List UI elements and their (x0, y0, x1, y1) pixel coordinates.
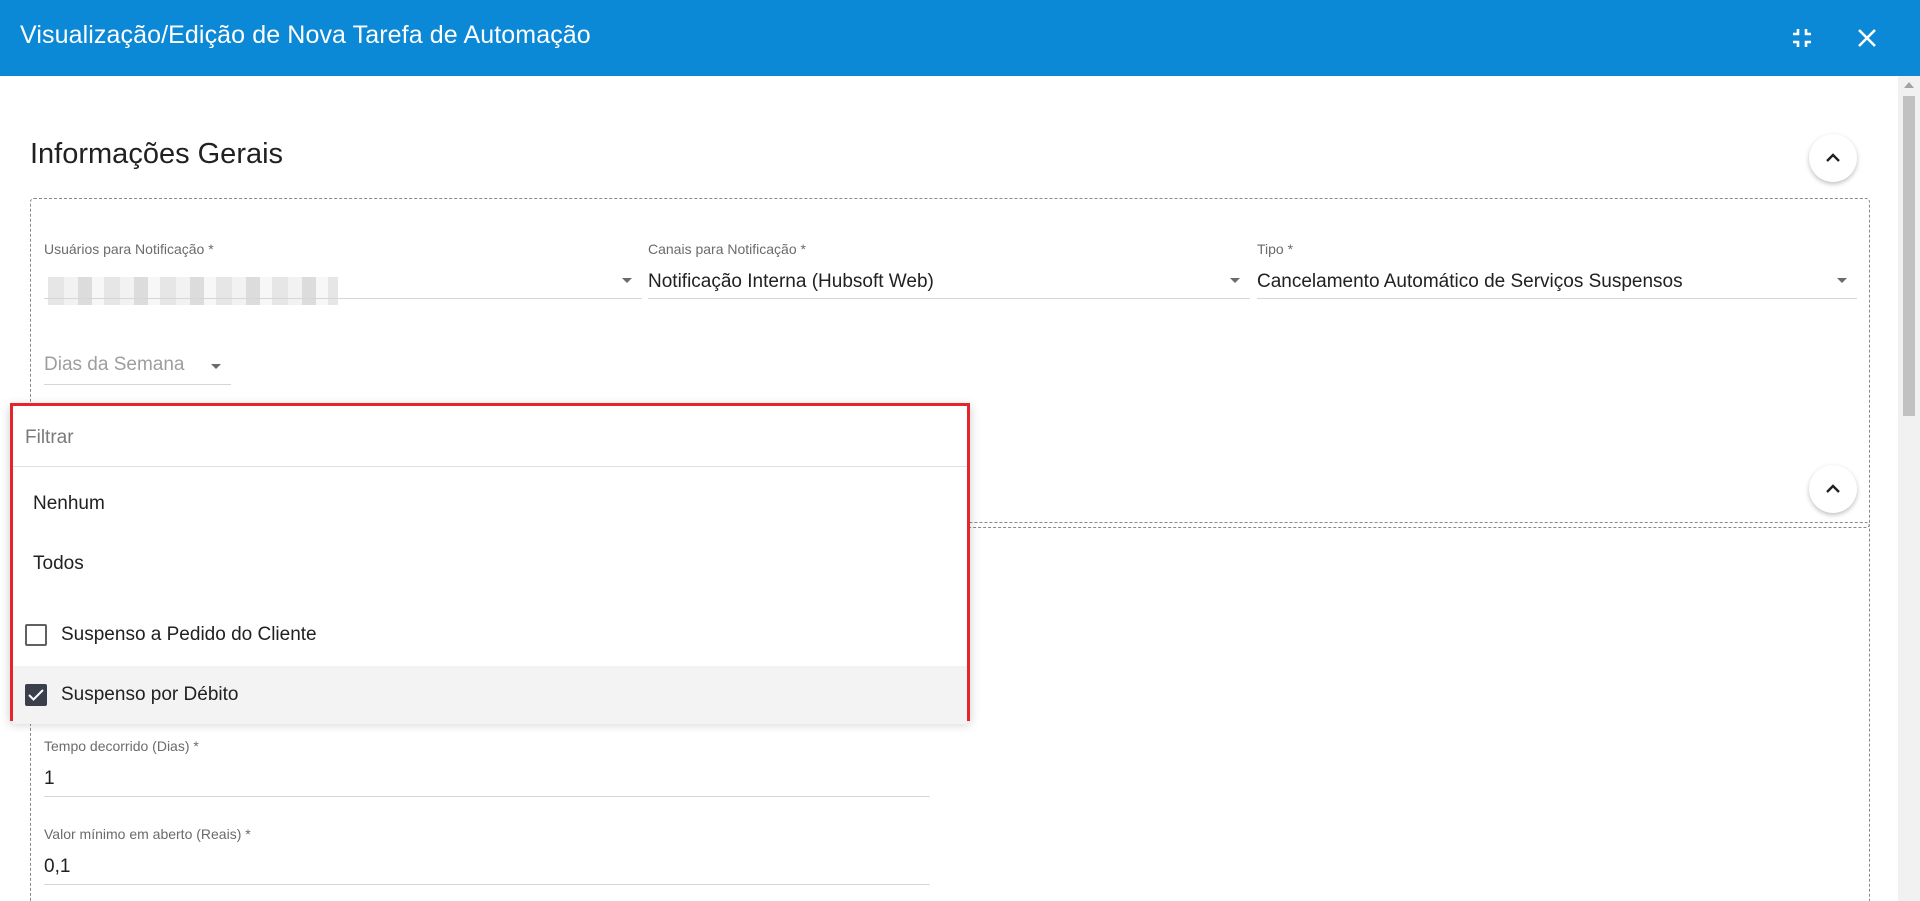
option-none[interactable]: Nenhum (13, 475, 967, 533)
channels-value: Notificação Interna (Hubsoft Web) (648, 271, 934, 292)
users-select[interactable]: Usuários para Notificação * (44, 241, 642, 305)
dialog-header: Visualização/Edição de Nova Tarefa de Au… (0, 0, 1920, 76)
min-value-field[interactable]: Valor mínimo em aberto (Reais) * 0,1 (44, 826, 930, 886)
weekdays-dropdown-menu: Nenhum Todos Suspenso a Pedido do Client… (10, 403, 970, 724)
close-button[interactable] (1851, 22, 1883, 54)
dropdown-filter (13, 406, 967, 467)
checkbox[interactable] (25, 684, 47, 706)
weekdays-placeholder: Dias da Semana (44, 354, 185, 375)
option-all[interactable]: Todos (13, 535, 967, 593)
users-label: Usuários para Notificação (44, 241, 205, 257)
filter-input[interactable] (23, 422, 927, 454)
checkbox[interactable] (25, 624, 47, 646)
collapse-button[interactable] (1786, 22, 1818, 54)
option-none-label: Nenhum (33, 493, 105, 514)
collapse-section-2-button[interactable] (1809, 465, 1857, 513)
caret-down-icon (622, 278, 632, 283)
elapsed-days-field[interactable]: Tempo decorrido (Dias) * 1 (44, 738, 930, 798)
min-value-label: Valor mínimo em aberto (Reais) (44, 826, 242, 842)
vertical-scrollbar[interactable] (1898, 76, 1920, 901)
option-all-label: Todos (33, 553, 84, 574)
channels-select[interactable]: Canais para Notificação * Notificação In… (648, 241, 1250, 301)
type-label: Tipo (1257, 241, 1284, 257)
caret-down-icon (1837, 278, 1847, 283)
section-title-general: Informações Gerais (30, 138, 284, 170)
dialog-title: Visualização/Edição de Nova Tarefa de Au… (20, 21, 591, 49)
type-value: Cancelamento Automático de Serviços Susp… (1257, 271, 1683, 292)
scrollbar-thumb[interactable] (1903, 96, 1915, 416)
fullscreen-exit-icon (1793, 29, 1811, 47)
users-value-redacted (48, 277, 338, 305)
channels-label: Canais para Notificação (648, 241, 797, 257)
option-item[interactable]: Suspenso por Débito (13, 666, 967, 724)
weekdays-select[interactable]: Dias da Semana (44, 354, 231, 394)
caret-down-icon (211, 364, 221, 369)
option-item-label: Suspenso por Débito (61, 684, 239, 705)
collapse-section-button[interactable] (1809, 134, 1857, 182)
option-item[interactable]: Suspenso a Pedido do Cliente (13, 606, 967, 664)
scroll-up-icon[interactable] (1904, 82, 1914, 88)
close-icon (1858, 29, 1876, 47)
chevron-up-icon (1826, 153, 1840, 162)
elapsed-days-label: Tempo decorrido (Dias) (44, 738, 190, 754)
chevron-up-icon (1826, 484, 1840, 493)
check-icon (28, 689, 44, 701)
type-select[interactable]: Tipo * Cancelamento Automático de Serviç… (1257, 241, 1857, 301)
min-value-value: 0,1 (44, 856, 71, 877)
caret-down-icon (1230, 278, 1240, 283)
elapsed-days-value: 1 (44, 768, 55, 789)
option-item-label: Suspenso a Pedido do Cliente (61, 624, 317, 645)
